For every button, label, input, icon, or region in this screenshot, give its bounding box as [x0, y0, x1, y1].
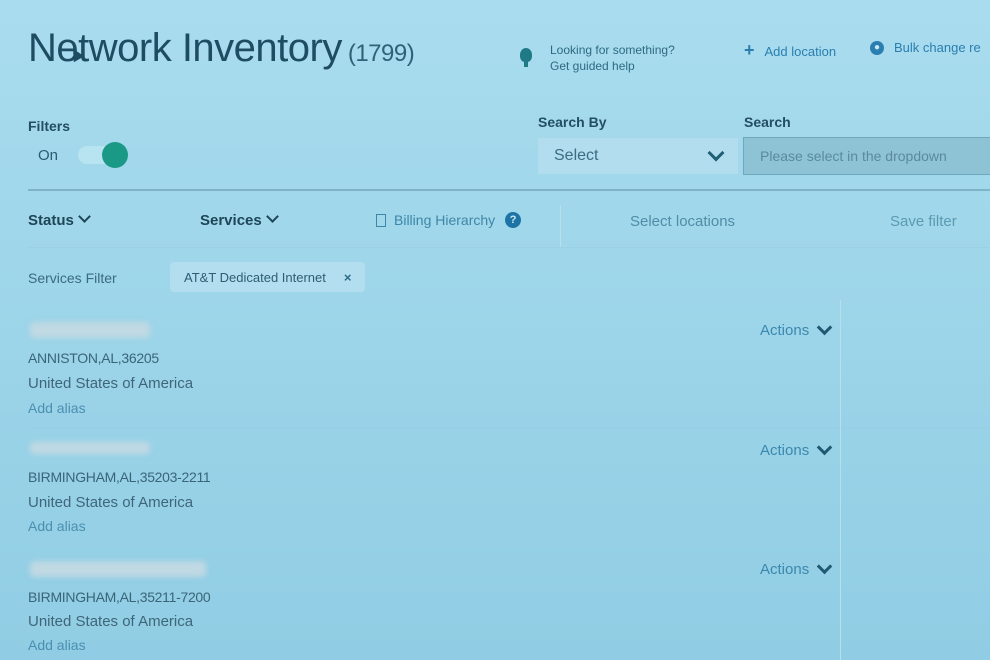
location-address: BIRMINGHAM,AL,35203-2211	[28, 469, 211, 485]
save-filter-button[interactable]: Save filter	[890, 213, 957, 230]
filters-toggle-label: On	[38, 146, 59, 164]
actions-dropdown[interactable]: Actions	[760, 558, 833, 578]
chevron-down-icon	[816, 558, 833, 575]
actions-dropdown[interactable]: Actions	[760, 319, 833, 339]
lightbulb-icon	[520, 48, 532, 67]
add-location-button[interactable]: + Add location	[744, 40, 836, 61]
select-locations-button[interactable]: Select locations	[630, 213, 735, 230]
inventory-count: (1799)	[347, 40, 415, 67]
actions-label: Actions	[760, 442, 810, 459]
billing-hierarchy-link[interactable]: Billing Hierarchy ?	[376, 212, 522, 228]
location-country: United States of America	[28, 613, 194, 630]
bulk-change-label: Bulk change re	[894, 40, 981, 55]
services-filter-dropdown[interactable]: Services	[200, 210, 279, 229]
plus-icon: +	[744, 40, 755, 60]
filters-toggle[interactable]: On	[38, 142, 129, 168]
location-name-redacted	[30, 561, 206, 577]
search-placeholder: Please select in the dropdown	[760, 148, 947, 164]
status-filter-label: Status	[28, 212, 74, 229]
page-title: Network Inventory (1799)	[28, 26, 415, 71]
service-chip-label: AT&T Dedicated Internet	[184, 269, 326, 285]
add-alias-link[interactable]: Add alias	[28, 518, 86, 534]
search-label: Search	[744, 114, 791, 130]
service-filter-chip: AT&T Dedicated Internet ×	[170, 262, 366, 292]
section-divider	[28, 189, 990, 191]
search-by-label: Search By	[538, 114, 607, 130]
location-address: BIRMINGHAM,AL,35211-7200	[28, 589, 211, 605]
actions-label: Actions	[760, 322, 810, 339]
services-filter-label: Services Filter	[28, 270, 117, 286]
search-by-value: Select	[554, 147, 599, 164]
chevron-down-icon	[816, 439, 833, 456]
actions-label: Actions	[760, 561, 810, 578]
chevron-down-icon	[707, 144, 725, 162]
chevron-down-icon	[77, 210, 91, 223]
toggle-knob	[102, 142, 129, 168]
location-name-redacted	[30, 322, 150, 338]
filter-bar-separator	[560, 205, 561, 247]
add-location-label: Add location	[764, 44, 837, 59]
add-alias-link[interactable]: Add alias	[28, 400, 86, 416]
bulk-change-icon: ●	[870, 40, 884, 55]
bulk-change-button[interactable]: ● Bulk change re	[870, 40, 981, 55]
toggle-track	[78, 142, 129, 168]
add-alias-link[interactable]: Add alias	[28, 637, 86, 653]
guided-help-line1: Looking for something?	[550, 43, 675, 57]
billing-hierarchy-label: Billing Hierarchy	[394, 212, 496, 228]
guided-help-link[interactable]: Looking for something? Get guided help	[520, 42, 675, 74]
chevron-down-icon	[265, 210, 279, 223]
guided-help-line2: Get guided help	[550, 59, 635, 73]
close-icon[interactable]: ×	[344, 270, 352, 285]
search-by-select[interactable]: Select	[538, 138, 738, 174]
location-name-redacted	[30, 442, 150, 454]
search-input[interactable]: Please select in the dropdown	[743, 137, 990, 175]
chevron-down-icon	[816, 319, 833, 336]
column-guide	[840, 300, 841, 660]
filter-bar-divider	[28, 247, 990, 248]
row-divider	[28, 546, 990, 547]
location-country: United States of America	[28, 494, 194, 511]
location-country: United States of America	[28, 375, 194, 392]
help-icon[interactable]: ?	[505, 212, 522, 228]
status-filter[interactable]: Status	[28, 210, 91, 229]
row-divider	[28, 428, 990, 429]
location-address: ANNISTON,AL,36205	[28, 350, 159, 366]
filters-label: Filters	[28, 118, 71, 134]
actions-dropdown[interactable]: Actions	[760, 439, 833, 459]
services-filter-label: Services	[200, 212, 262, 229]
document-icon	[376, 213, 386, 227]
